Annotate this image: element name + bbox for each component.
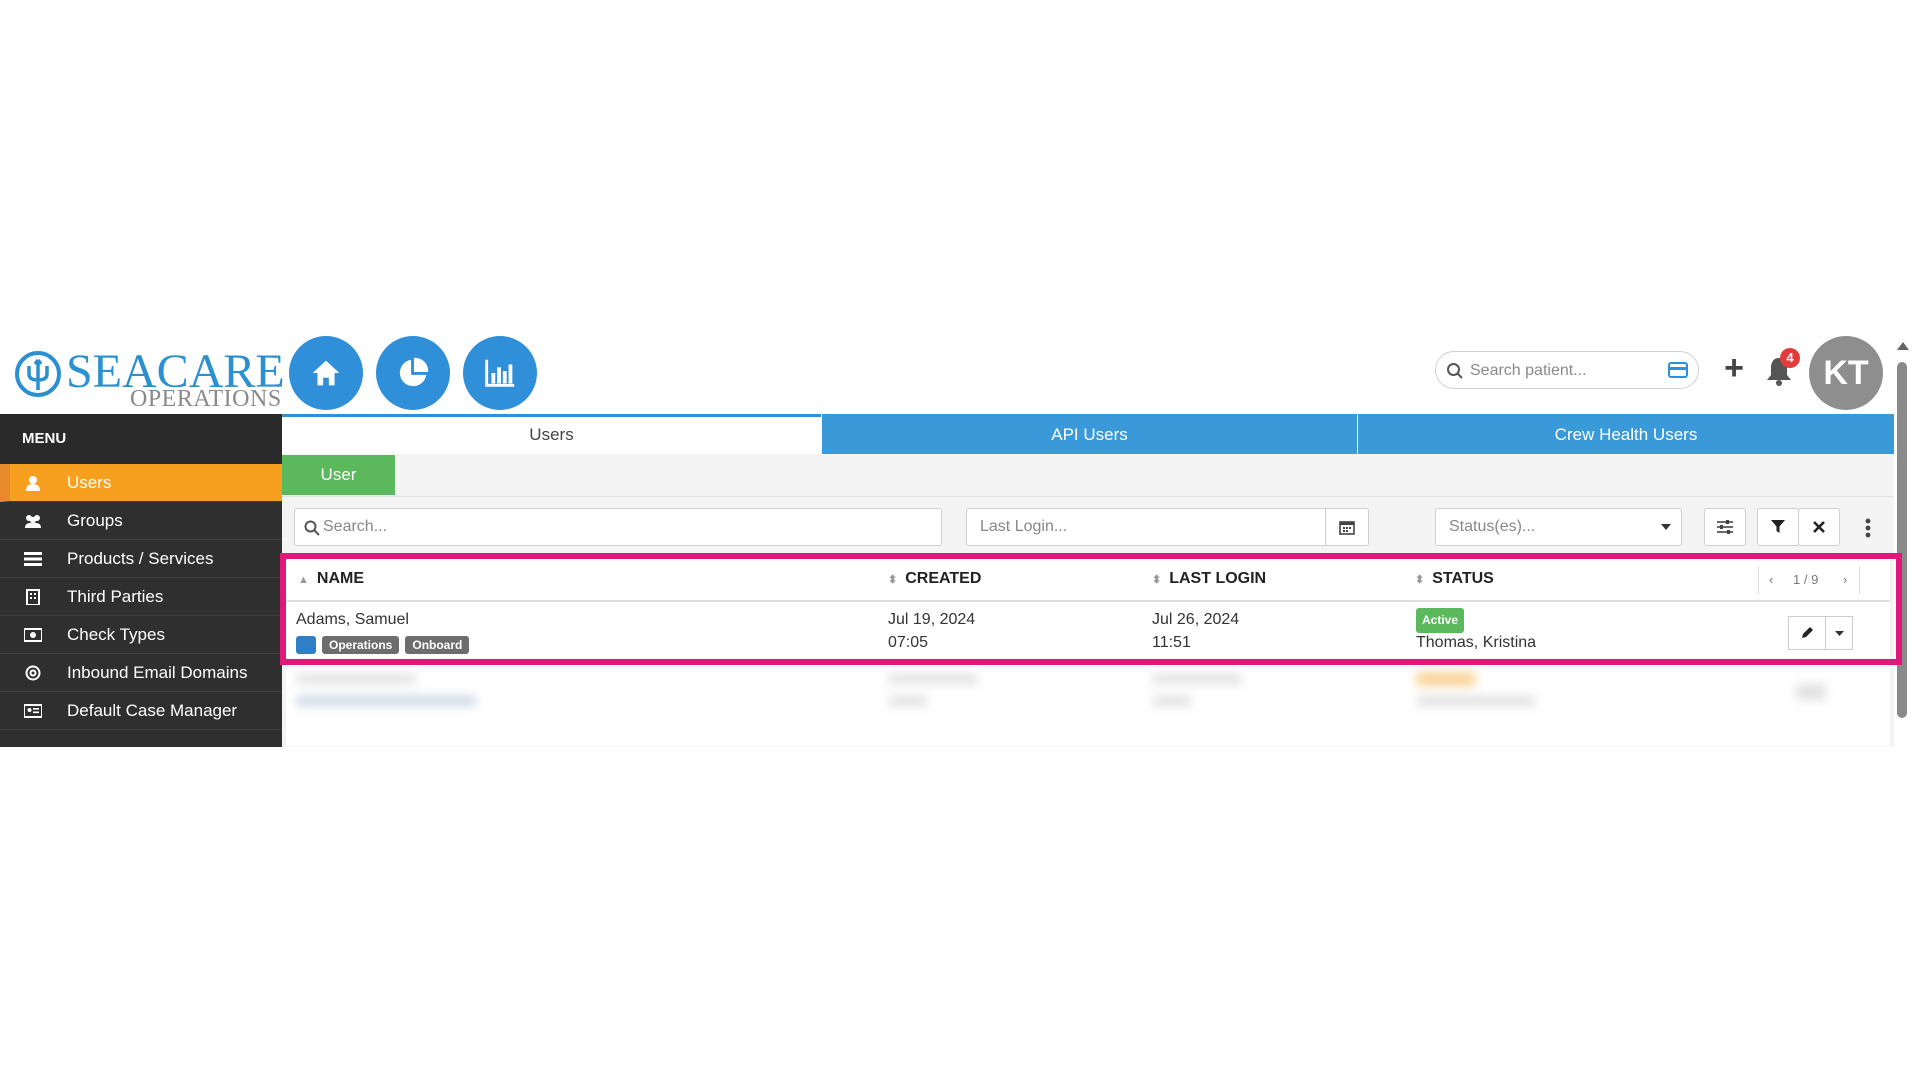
page-indicator: 1 / 9: [1793, 572, 1819, 587]
sidebar-item-default-case-manager[interactable]: Default Case Manager: [0, 692, 282, 730]
sidebar-item-label: Default Case Manager: [67, 701, 238, 720]
chevron-left-icon[interactable]: ‹: [1769, 572, 1773, 587]
sort-icon: ⬍: [888, 574, 898, 586]
sidebar-item-products-services[interactable]: Products / Services: [0, 540, 282, 578]
status-badge: Active: [1416, 608, 1465, 633]
search-placeholder: Search...: [323, 518, 388, 535]
sort-icon: ⬍: [1152, 574, 1162, 586]
subtab-user[interactable]: User: [282, 455, 395, 495]
pagination: ‹ 1 / 9 ›: [1758, 566, 1860, 594]
money-icon: [24, 628, 42, 642]
user-type-icon: [296, 635, 316, 654]
user-avatar[interactable]: KT: [1809, 336, 1883, 410]
home-icon: [312, 360, 340, 386]
case-manager-name: Thomas, Kristina: [1416, 634, 1537, 651]
column-header-last-login[interactable]: ⬍ LAST LOGIN: [1152, 570, 1266, 588]
last-login-date: Jul 26, 2024: [1152, 611, 1240, 628]
created-time: 07:05: [888, 634, 929, 651]
users-table: ▲ NAME ⬍ CREATED ⬍ LAST LOGIN ⬍ STATUS ‹ 1 /…: [286, 556, 1890, 746]
building-icon: [26, 589, 40, 605]
bar-chart-icon: [485, 359, 515, 387]
user-tags: Operations Onboard: [296, 633, 475, 656]
user-name[interactable]: Adams, Samuel: [296, 608, 409, 631]
scroll-thumb[interactable]: [1897, 362, 1907, 718]
calendar-button[interactable]: [1325, 509, 1368, 545]
patient-search-placeholder: Search patient...: [1470, 362, 1587, 379]
tab-api-users[interactable]: API Users: [822, 414, 1357, 454]
sidebar-item-groups[interactable]: Groups: [0, 502, 282, 540]
sort-icon: ⬍: [1415, 574, 1425, 586]
filter-button[interactable]: [1757, 508, 1799, 546]
last-login-input[interactable]: Last Login...: [966, 508, 1369, 546]
close-icon: [1813, 521, 1825, 533]
sidebar-item-third-parties[interactable]: Third Parties: [0, 578, 282, 616]
row-actions-dropdown[interactable]: [1825, 616, 1853, 650]
card-icon[interactable]: [1668, 362, 1688, 378]
edit-button[interactable]: [1788, 616, 1826, 650]
id-card-icon: [24, 704, 42, 718]
logo-subtitle: OPERATIONS: [130, 386, 282, 412]
tab-crew-health-users[interactable]: Crew Health Users: [1358, 414, 1894, 454]
sidebar-item-check-types[interactable]: Check Types: [0, 616, 282, 654]
status-placeholder: Status(es)...: [1449, 518, 1536, 535]
user-icon: [26, 476, 40, 491]
sliders-icon: [1717, 520, 1733, 534]
more-options-icon[interactable]: [1858, 514, 1878, 542]
sidebar: MENU Users Groups Products / Services Th…: [0, 414, 282, 747]
last-login-placeholder: Last Login...: [980, 518, 1068, 535]
at-icon: [25, 665, 41, 681]
column-header-created[interactable]: ⬍ CREATED: [888, 570, 981, 588]
column-settings-button[interactable]: [1704, 508, 1746, 546]
sort-asc-icon: ▲: [298, 574, 309, 586]
patient-search-input[interactable]: Search patient...: [1435, 351, 1699, 389]
page-scrollbar[interactable]: [1894, 332, 1910, 747]
blurred-row: [286, 664, 1890, 724]
pie-chart-icon: [399, 357, 429, 387]
column-header-name[interactable]: ▲ NAME: [298, 570, 364, 588]
search-icon: [304, 520, 320, 536]
sidebar-item-label: Inbound Email Domains: [67, 663, 248, 682]
calendar-icon: [1339, 521, 1355, 535]
tag-operations: Operations: [322, 635, 400, 654]
add-button[interactable]: +: [1716, 348, 1752, 388]
main-content: Users API Users Crew Health Users User S…: [282, 414, 1894, 747]
caret-down-icon: [1834, 630, 1844, 636]
filter-icon: [1771, 520, 1785, 533]
sidebar-item-label: Products / Services: [67, 549, 214, 568]
dashboard-button[interactable]: [376, 336, 450, 410]
sidebar-item-inbound-email-domains[interactable]: Inbound Email Domains: [0, 654, 282, 692]
sidebar-item-users[interactable]: Users: [0, 464, 282, 502]
reports-button[interactable]: [463, 336, 537, 410]
sidebar-item-label: Groups: [67, 511, 123, 530]
last-login-time: 11:51: [1152, 634, 1191, 651]
trident-logo-icon: [15, 351, 61, 397]
tab-users[interactable]: Users: [282, 414, 821, 454]
menu-title: MENU: [0, 414, 282, 464]
pencil-icon: [1802, 627, 1813, 638]
scroll-up-arrow[interactable]: [1897, 342, 1909, 350]
sidebar-item-label: Third Parties: [67, 587, 164, 606]
created-date: Jul 19, 2024: [888, 611, 976, 628]
search-input[interactable]: Search...: [294, 508, 942, 546]
home-button[interactable]: [289, 336, 363, 410]
table-header: ▲ NAME ⬍ CREATED ⬍ LAST LOGIN ⬍ STATUS ‹ 1 /…: [286, 556, 1890, 602]
notification-badge: 4: [1780, 348, 1800, 368]
seacare-logo[interactable]: SEACARE OPERATIONS: [14, 340, 285, 412]
table-row[interactable]: Adams, Samuel Operations Onboard Jul 19, …: [286, 602, 1890, 665]
clear-filters-button[interactable]: [1798, 508, 1840, 546]
divider: [282, 496, 1894, 497]
list-icon: [24, 552, 42, 566]
users-icon: [25, 515, 41, 528]
sidebar-item-label: Check Types: [67, 625, 165, 644]
search-icon: [1447, 363, 1463, 379]
status-select[interactable]: Status(es)...: [1435, 508, 1682, 546]
caret-down-icon: [1661, 524, 1671, 530]
tag-onboard: Onboard: [405, 635, 470, 654]
app-window: SEACARE OPERATIONS Search patient... + 4…: [0, 332, 1920, 747]
sidebar-item-label: Users: [67, 473, 112, 492]
tab-bar: Users API Users Crew Health Users: [282, 414, 1894, 454]
chevron-right-icon[interactable]: ›: [1843, 572, 1847, 587]
column-header-status[interactable]: ⬍ STATUS: [1415, 570, 1494, 588]
